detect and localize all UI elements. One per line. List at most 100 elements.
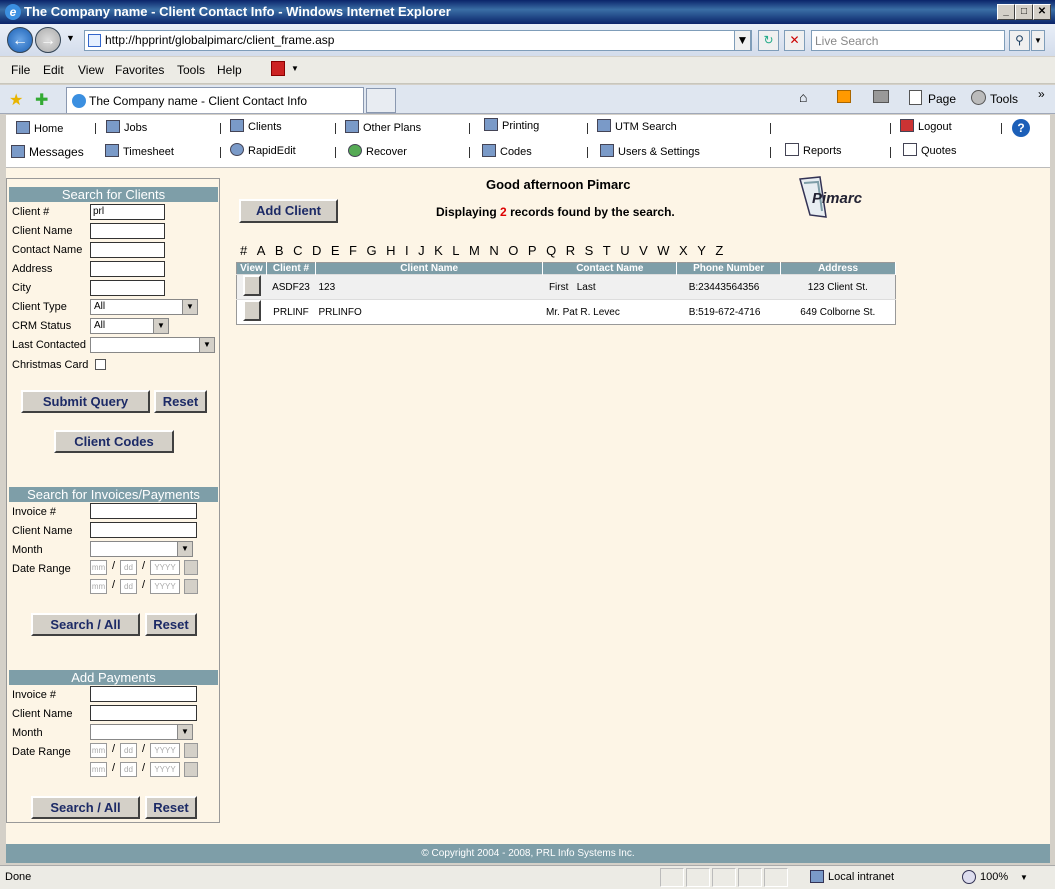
zoom-level[interactable]: 100% bbox=[980, 871, 1008, 883]
payment-date-to-yyyy[interactable]: YYYY bbox=[150, 762, 180, 777]
menu-tools[interactable]: Tools bbox=[177, 63, 205, 77]
view-button[interactable] bbox=[242, 300, 261, 321]
payment-date-from-mm[interactable]: mm bbox=[90, 743, 107, 758]
alpha-link-a[interactable]: A bbox=[257, 243, 266, 258]
alpha-link-n[interactable]: N bbox=[489, 243, 498, 258]
invoice-client-name-input[interactable] bbox=[90, 522, 197, 538]
stop-icon[interactable]: ✕ bbox=[784, 30, 805, 51]
calendar-icon[interactable] bbox=[184, 743, 198, 758]
calendar-icon[interactable] bbox=[184, 762, 198, 777]
maximize-button[interactable]: □ bbox=[1015, 4, 1033, 20]
invoice-month-select[interactable]: ▼ bbox=[90, 541, 193, 557]
alpha-link-p[interactable]: P bbox=[528, 243, 537, 258]
chevron-more-icon[interactable]: » bbox=[1038, 87, 1045, 101]
payment-date-to-dd[interactable]: dd bbox=[120, 762, 137, 777]
menu-help[interactable]: Help bbox=[217, 63, 242, 77]
feeds-icon[interactable] bbox=[837, 90, 851, 103]
alpha-link-e[interactable]: E bbox=[331, 243, 340, 258]
nav-users-settings[interactable]: Users & Settings bbox=[600, 144, 700, 158]
alpha-link-q[interactable]: Q bbox=[546, 243, 556, 258]
address-field[interactable]: http://hpprint/globalpimarc/client_frame… bbox=[84, 30, 752, 51]
date-from-dd[interactable]: dd bbox=[120, 560, 137, 575]
contact-name-input[interactable] bbox=[90, 242, 165, 258]
menu-edit[interactable]: Edit bbox=[43, 63, 64, 77]
forward-button[interactable]: → bbox=[35, 27, 61, 53]
nav-jobs[interactable]: Jobs bbox=[106, 120, 147, 134]
alpha-link-d[interactable]: D bbox=[312, 243, 321, 258]
refresh-icon[interactable]: ↻ bbox=[758, 30, 779, 51]
nav-logout[interactable]: Logout bbox=[900, 119, 952, 133]
back-button[interactable]: ← bbox=[7, 27, 33, 53]
menu-favorites[interactable]: Favorites bbox=[115, 63, 164, 77]
alpha-link-g[interactable]: G bbox=[366, 243, 376, 258]
client-name-input[interactable] bbox=[90, 223, 165, 239]
date-from-yyyy[interactable]: YYYY bbox=[150, 560, 180, 575]
client-type-select[interactable]: All ▼ bbox=[90, 299, 198, 315]
nav-timesheet[interactable]: Timesheet bbox=[105, 144, 174, 158]
page-menu-button[interactable]: Page bbox=[928, 92, 956, 106]
alpha-link-c[interactable]: C bbox=[293, 243, 302, 258]
live-search-input[interactable]: Live Search bbox=[811, 30, 1005, 51]
search-options-icon[interactable]: ▼ bbox=[1031, 30, 1045, 51]
alpha-link-y[interactable]: Y bbox=[697, 243, 706, 258]
nav-recover[interactable]: Recover bbox=[348, 144, 407, 158]
favorites-star-icon[interactable]: ★ bbox=[9, 90, 23, 110]
date-from-mm[interactable]: mm bbox=[90, 560, 107, 575]
nav-reports[interactable]: Reports bbox=[785, 143, 842, 157]
menu-file[interactable]: File bbox=[11, 63, 30, 77]
address-dropdown-icon[interactable]: ▼ bbox=[734, 30, 751, 51]
invoice-num-input[interactable] bbox=[90, 503, 197, 519]
payment-date-from-yyyy[interactable]: YYYY bbox=[150, 743, 180, 758]
zoom-dropdown-icon[interactable]: ▼ bbox=[1020, 873, 1028, 882]
nav-printing[interactable]: Printing bbox=[484, 118, 539, 132]
view-button[interactable] bbox=[242, 275, 261, 296]
payment-reset-button[interactable]: Reset bbox=[145, 796, 197, 819]
submit-query-button[interactable]: Submit Query bbox=[21, 390, 150, 413]
alpha-link-k[interactable]: K bbox=[434, 243, 443, 258]
new-tab-button[interactable] bbox=[366, 88, 396, 113]
pdf-dropdown-icon[interactable]: ▼ bbox=[291, 64, 299, 73]
invoice-reset-button[interactable]: Reset bbox=[145, 613, 197, 636]
payment-invoice-num-input[interactable] bbox=[90, 686, 197, 702]
nav-quotes[interactable]: Quotes bbox=[903, 143, 956, 157]
history-dropdown-icon[interactable]: ▼ bbox=[66, 33, 75, 43]
client-num-input[interactable]: prl bbox=[90, 204, 165, 220]
date-to-mm[interactable]: mm bbox=[90, 579, 107, 594]
alpha-link-hash[interactable]: # bbox=[240, 243, 247, 258]
alpha-link-r[interactable]: R bbox=[566, 243, 575, 258]
reset-clients-button[interactable]: Reset bbox=[154, 390, 207, 413]
alpha-link-l[interactable]: L bbox=[452, 243, 459, 258]
alpha-link-u[interactable]: U bbox=[620, 243, 629, 258]
address-input[interactable] bbox=[90, 261, 165, 277]
nav-home[interactable]: Home bbox=[16, 121, 63, 135]
payment-month-select[interactable]: ▼ bbox=[90, 724, 193, 740]
nav-other-plans[interactable]: Other Plans bbox=[345, 120, 421, 134]
city-input[interactable] bbox=[90, 280, 165, 296]
invoice-search-button[interactable]: Search / All bbox=[31, 613, 140, 636]
nav-rapidedit[interactable]: RapidEdit bbox=[230, 143, 296, 157]
help-icon[interactable]: ? bbox=[1012, 119, 1030, 137]
add-favorite-icon[interactable]: ✚ bbox=[35, 90, 48, 110]
close-window-button[interactable]: ✕ bbox=[1033, 4, 1051, 20]
search-icon[interactable]: ⚲ bbox=[1009, 30, 1030, 51]
alpha-link-z[interactable]: Z bbox=[715, 243, 723, 258]
pdf-icon[interactable] bbox=[271, 61, 285, 76]
nav-messages[interactable]: Messages bbox=[11, 145, 84, 159]
calendar-icon[interactable] bbox=[184, 560, 198, 575]
date-to-yyyy[interactable]: YYYY bbox=[150, 579, 180, 594]
alpha-link-o[interactable]: O bbox=[508, 243, 518, 258]
add-client-button[interactable]: Add Client bbox=[239, 199, 338, 223]
home-icon[interactable]: ⌂ bbox=[799, 89, 807, 105]
nav-utm-search[interactable]: UTM Search bbox=[597, 119, 677, 133]
nav-codes[interactable]: Codes bbox=[482, 144, 532, 158]
payment-search-button[interactable]: Search / All bbox=[31, 796, 140, 819]
christmas-card-checkbox[interactable] bbox=[95, 359, 106, 370]
alpha-link-m[interactable]: M bbox=[469, 243, 480, 258]
alpha-link-i[interactable]: I bbox=[405, 243, 409, 258]
alpha-link-f[interactable]: F bbox=[349, 243, 357, 258]
alpha-link-t[interactable]: T bbox=[603, 243, 611, 258]
alpha-link-j[interactable]: J bbox=[418, 243, 425, 258]
alpha-link-v[interactable]: V bbox=[639, 243, 648, 258]
calendar-icon[interactable] bbox=[184, 579, 198, 594]
alpha-link-s[interactable]: S bbox=[585, 243, 594, 258]
